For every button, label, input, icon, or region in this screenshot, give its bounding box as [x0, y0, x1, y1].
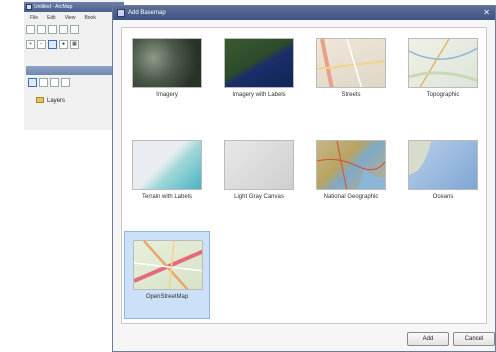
- close-icon[interactable]: ✕: [483, 6, 490, 20]
- add-button[interactable]: Add: [407, 332, 449, 346]
- dialog-title: Add Basemap: [128, 10, 166, 16]
- grid-icon[interactable]: ▦: [70, 40, 79, 49]
- basemap-label: Oceans: [432, 194, 454, 200]
- basemap-label: Light Gray Canvas: [234, 194, 284, 200]
- basemap-label: National Geographic: [323, 194, 379, 200]
- terrain-with-labels-thumbnail: [132, 140, 202, 190]
- basemap-icon: [117, 9, 125, 17]
- imagery-thumbnail: [132, 38, 202, 88]
- cut-icon[interactable]: [70, 25, 79, 34]
- standard-toolbar: [26, 25, 79, 37]
- national-geographic-thumbnail: [316, 140, 386, 190]
- print-icon[interactable]: [59, 25, 68, 34]
- open-icon[interactable]: [37, 25, 46, 34]
- list-by-source-icon[interactable]: [39, 78, 48, 87]
- national-geographic-thumbnail-art: [317, 141, 385, 189]
- basemap-label: Imagery: [156, 92, 178, 98]
- basemap-label: Streets: [341, 92, 361, 98]
- list-by-selection-icon[interactable]: [61, 78, 70, 87]
- menu-file[interactable]: File: [30, 14, 38, 23]
- basemap-label: OpenStreetMap: [145, 294, 189, 300]
- streets-thumbnail: [316, 38, 386, 88]
- table-of-contents-header: [26, 66, 124, 75]
- menu-edit[interactable]: Edit: [47, 14, 56, 23]
- arcmap-window: Untitled - ArcMap File Edit View Book + …: [24, 0, 124, 130]
- topographic-thumbnail: [408, 38, 478, 88]
- basemap-gallery: Imagery Imagery with Labels Streets Topo…: [121, 27, 487, 324]
- basemap-label: Topographic: [426, 92, 460, 98]
- basemap-tile-national-geographic[interactable]: National Geographic: [308, 132, 394, 220]
- menu-bar: File Edit View Book: [24, 14, 124, 23]
- menu-view[interactable]: View: [65, 14, 76, 23]
- tools-toolbar: + − ● ▦: [26, 40, 79, 52]
- add-basemap-dialog: Add Basemap ✕ Imagery Imagery with Label…: [112, 5, 496, 352]
- zoom-in-icon[interactable]: +: [26, 40, 35, 49]
- imagery-with-labels-thumbnail: [224, 38, 294, 88]
- menu-bookmarks[interactable]: Book: [84, 14, 95, 23]
- basemap-tile-light-gray-canvas[interactable]: Light Gray Canvas: [216, 132, 302, 220]
- new-icon[interactable]: [26, 25, 35, 34]
- basemap-label: Terrain with Labels: [141, 194, 193, 200]
- toc-layers-item[interactable]: Layers: [36, 97, 65, 104]
- basemap-tile-imagery-with-labels[interactable]: Imagery with Labels: [216, 30, 302, 118]
- oceans-thumbnail-art: [409, 141, 431, 175]
- arcmap-icon: [26, 4, 32, 10]
- streets-thumbnail-art: [317, 39, 385, 87]
- cancel-button[interactable]: Cancel: [453, 332, 495, 346]
- toc-toolbar: [28, 78, 70, 90]
- save-icon[interactable]: [48, 25, 57, 34]
- openstreetmap-thumbnail: [133, 240, 203, 290]
- basemap-tile-oceans[interactable]: Oceans: [400, 132, 486, 220]
- list-by-drawing-order-icon[interactable]: [28, 78, 37, 87]
- app-title: Untitled - ArcMap: [34, 4, 73, 10]
- zoom-out-icon[interactable]: −: [37, 40, 46, 49]
- dialog-titlebar: Add Basemap ✕: [113, 6, 495, 20]
- folder-icon: [36, 97, 44, 103]
- basemap-tile-streets[interactable]: Streets: [308, 30, 394, 118]
- light-gray-canvas-thumbnail: [224, 140, 294, 190]
- list-by-visibility-icon[interactable]: [50, 78, 59, 87]
- app-titlebar: Untitled - ArcMap: [24, 2, 124, 12]
- toc-layers-label: Layers: [47, 98, 66, 104]
- openstreetmap-thumbnail-art: [134, 241, 202, 289]
- basemap-tile-openstreetmap[interactable]: OpenStreetMap: [124, 231, 210, 319]
- basemap-tile-terrain-with-labels[interactable]: Terrain with Labels: [124, 132, 210, 220]
- basemap-tile-imagery[interactable]: Imagery: [124, 30, 210, 118]
- globe-icon[interactable]: ●: [59, 40, 68, 49]
- topographic-thumbnail-art: [409, 39, 477, 87]
- select-icon[interactable]: [48, 40, 57, 49]
- basemap-label: Imagery with Labels: [232, 92, 286, 98]
- oceans-thumbnail: [408, 140, 478, 190]
- basemap-tile-topographic[interactable]: Topographic: [400, 30, 486, 118]
